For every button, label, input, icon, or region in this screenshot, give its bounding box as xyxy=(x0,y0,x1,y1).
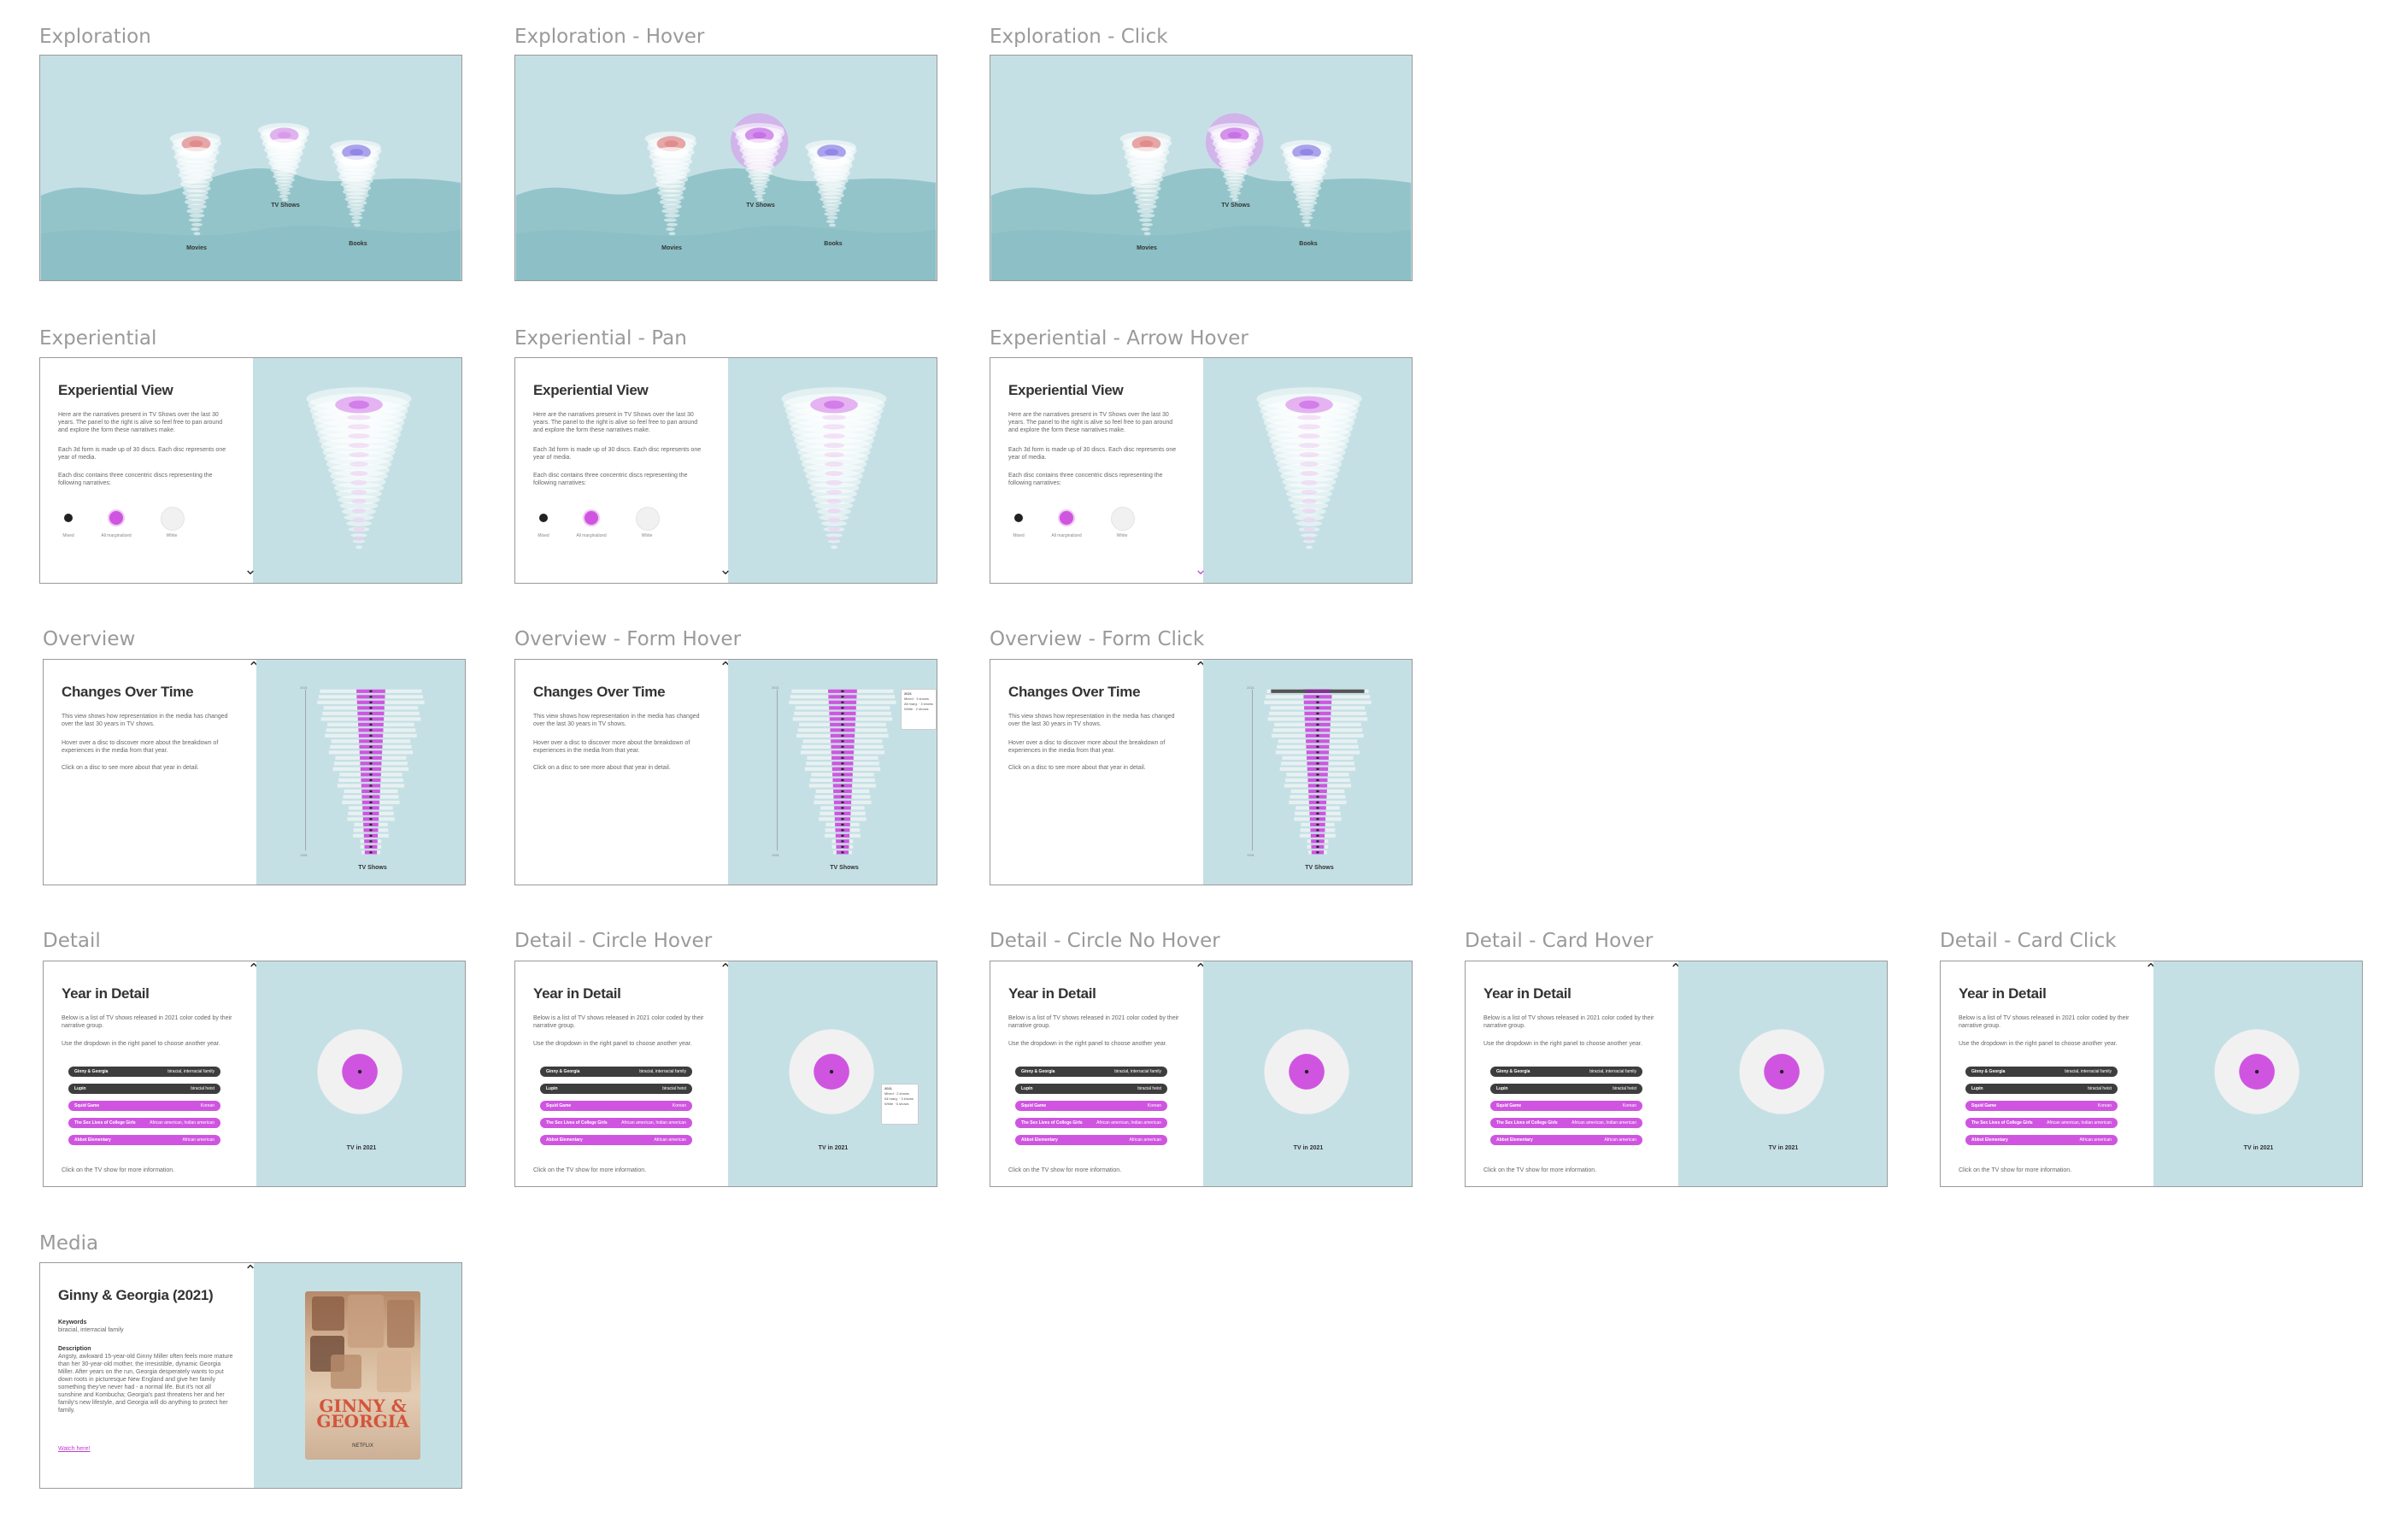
exploration-landscape[interactable] xyxy=(990,56,1412,280)
circle-label: TV in 2021 xyxy=(818,1145,849,1151)
frame-detail-circle-hover[interactable]: Year in Detail Below is a list of TV show… xyxy=(514,961,937,1187)
poster-photo xyxy=(331,1355,361,1389)
poster-photo xyxy=(387,1300,414,1348)
experiential-form[interactable] xyxy=(990,358,1412,583)
tooltip-l3: White · 0 shows xyxy=(884,1102,909,1106)
frame-overview[interactable]: Changes Over Time This view shows how rep… xyxy=(43,659,466,885)
frame-label-experiential-arrow-hover: Experiential - Arrow Hover xyxy=(990,327,1248,350)
frame-detail[interactable]: Year in Detail Below is a list of TV show… xyxy=(43,961,466,1187)
form-label: TV Shows xyxy=(1305,865,1334,871)
axis-top-label: 2021 xyxy=(300,685,308,690)
year-circle[interactable] xyxy=(990,961,1412,1186)
scroll-down-chevron-icon[interactable]: ⌄ xyxy=(244,561,256,577)
scroll-down-chevron-icon[interactable]: ⌄ xyxy=(719,561,731,577)
poster-footer: NETFLIX xyxy=(352,1443,373,1449)
frame-experiential[interactable]: Experiential View Here are the narratives… xyxy=(39,357,462,584)
frame-exploration-hover[interactable]: Movies TV Shows Books xyxy=(514,55,937,281)
frame-detail-card-hover[interactable]: Year in Detail Below is a list of TV show… xyxy=(1465,961,1888,1187)
keywords-text: biracial, interracial family xyxy=(58,1327,124,1333)
frame-experiential-pan[interactable]: Experiential View Here are the narratives… xyxy=(514,357,937,584)
tooltip-l3: White · 2 shows xyxy=(904,707,929,711)
frame-label-exploration-click: Exploration - Click xyxy=(990,26,1168,48)
frame-label-overview-form-hover: Overview - Form Hover xyxy=(514,628,742,650)
frame-media[interactable]: Ginny & Georgia (2021) Keywords biracial, … xyxy=(39,1262,462,1489)
frame-label-detail-card-click: Detail - Card Click xyxy=(1940,930,2117,952)
info-panel: Ginny & Georgia (2021) Keywords biracial, … xyxy=(40,1263,254,1488)
form-label-books[interactable]: Books xyxy=(349,241,367,247)
frame-label-exploration: Exploration xyxy=(39,26,151,48)
frame-label-experiential: Experiential xyxy=(39,327,157,350)
year-circle[interactable] xyxy=(1941,961,2362,1186)
form-label-books[interactable]: Books xyxy=(1299,241,1317,247)
poster-title: GINNY & GEORGIA xyxy=(316,1396,409,1431)
year-circle[interactable] xyxy=(44,961,465,1186)
description-heading: Description xyxy=(58,1346,91,1352)
year-tooltip: 2021 Mixed · 2 shows All marg. · 3 shows Wh… xyxy=(881,1084,919,1125)
form-label: TV Shows xyxy=(830,865,859,871)
axis-bottom-label: 1991 xyxy=(772,853,779,857)
axis-top-label: 2021 xyxy=(1247,685,1254,690)
circle-label: TV in 2021 xyxy=(2243,1145,2274,1151)
circle-label: TV in 2021 xyxy=(1768,1145,1799,1151)
frame-label-overview: Overview xyxy=(43,628,136,650)
exploration-landscape[interactable] xyxy=(40,56,461,280)
frame-label-detail-circle-hover: Detail - Circle Hover xyxy=(514,930,713,952)
experiential-form[interactable] xyxy=(515,358,937,583)
frame-detail-circle-no-hover[interactable]: Year in Detail Below is a list of TV show… xyxy=(990,961,1413,1187)
form-label-tv-shows[interactable]: TV Shows xyxy=(746,203,774,209)
form-label-movies[interactable]: Movies xyxy=(661,245,682,251)
scroll-down-chevron-icon[interactable]: ⌄ xyxy=(1194,561,1207,577)
poster-photo xyxy=(312,1296,344,1331)
form-label-tv-shows[interactable]: TV Shows xyxy=(1221,203,1249,209)
year-circle[interactable] xyxy=(1466,961,1887,1186)
circle-label: TV in 2021 xyxy=(346,1145,377,1151)
form-label-books[interactable]: Books xyxy=(824,241,842,247)
frame-exploration-click[interactable]: Movies TV Shows Books xyxy=(990,55,1413,281)
experiential-form[interactable] xyxy=(40,358,461,583)
description-text: Angsty, awkward 15-year-old Ginny Miller… xyxy=(58,1354,233,1414)
frame-exploration[interactable]: Movies TV Shows Books xyxy=(39,55,462,281)
frame-label-experiential-pan: Experiential - Pan xyxy=(514,327,687,350)
year-tooltip: 2021 Mixed · 3 shows All marg. · 3 shows Wh… xyxy=(901,689,937,730)
frame-label-detail-circle-no-hover: Detail - Circle No Hover xyxy=(990,930,1220,952)
frame-label-exploration-hover: Exploration - Hover xyxy=(514,26,705,48)
watch-link[interactable]: Watch here! xyxy=(58,1445,233,1453)
overview-form[interactable] xyxy=(44,660,465,885)
frame-label-detail: Detail xyxy=(43,930,101,952)
poster-photo xyxy=(348,1295,384,1348)
frame-label-overview-form-click: Overview - Form Click xyxy=(990,628,1205,650)
year-circle[interactable] xyxy=(515,961,937,1186)
frame-detail-card-click[interactable]: Year in Detail Below is a list of TV show… xyxy=(1940,961,2363,1187)
frame-label-media: Media xyxy=(39,1232,99,1255)
frame-overview-form-hover[interactable]: Changes Over Time This view shows how rep… xyxy=(514,659,937,885)
frame-label-detail-card-hover: Detail - Card Hover xyxy=(1465,930,1654,952)
axis-bottom-label: 1991 xyxy=(300,853,308,857)
circle-label: TV in 2021 xyxy=(1293,1145,1324,1151)
keywords-heading: Keywords xyxy=(58,1320,87,1325)
overview-form[interactable] xyxy=(515,660,937,885)
frame-overview-form-click[interactable]: Changes Over Time This view shows how rep… xyxy=(990,659,1413,885)
form-label: TV Shows xyxy=(358,865,387,871)
poster-photo xyxy=(377,1351,411,1392)
media-title: Ginny & Georgia (2021) xyxy=(58,1287,214,1303)
axis-bottom-label: 1991 xyxy=(1247,853,1254,857)
axis-top-label: 2021 xyxy=(772,685,779,690)
show-poster: GINNY & GEORGIA NETFLIX xyxy=(305,1291,420,1460)
overview-form[interactable] xyxy=(990,660,1412,885)
form-label-movies[interactable]: Movies xyxy=(1137,245,1157,251)
form-label-movies[interactable]: Movies xyxy=(186,245,207,251)
form-label-tv-shows[interactable]: TV Shows xyxy=(271,203,299,209)
frame-experiential-arrow-hover[interactable]: Experiential View Here are the narratives… xyxy=(990,357,1413,584)
exploration-landscape[interactable] xyxy=(515,56,937,280)
